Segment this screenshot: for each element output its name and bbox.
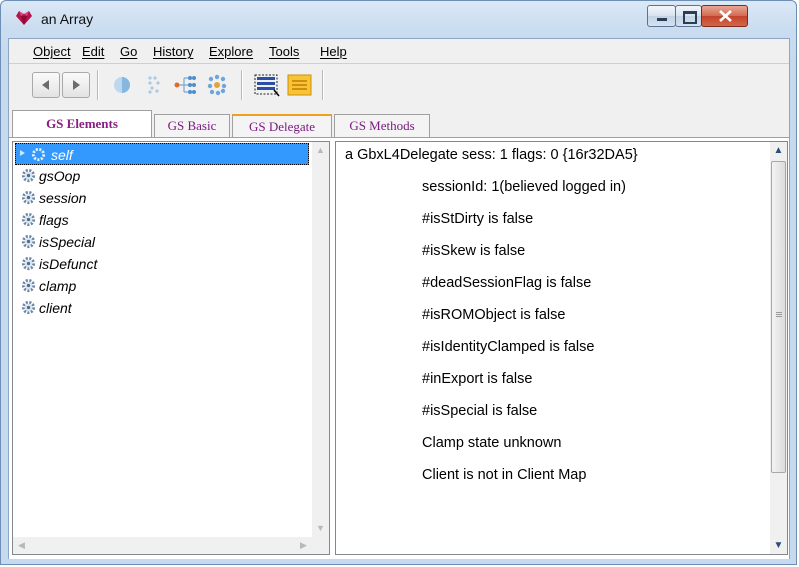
- scrollbar-thumb[interactable]: [771, 161, 786, 473]
- gear-icon: [21, 190, 36, 205]
- list-item-session[interactable]: session: [15, 187, 309, 209]
- list-item-label: flags: [39, 212, 69, 228]
- list-item-label: gsOop: [39, 168, 81, 184]
- cluster-icon: [207, 74, 227, 96]
- list-item-label: isSpecial: [39, 234, 96, 250]
- list-item-clamp[interactable]: clamp: [15, 275, 309, 297]
- maximize-button[interactable]: [675, 5, 702, 27]
- list-item-label: self: [51, 147, 73, 163]
- detail-line: #isIdentityClamped is false: [422, 339, 595, 355]
- list-item-label: clamp: [39, 278, 77, 294]
- menu-bar: Object Edit Go History Explore Tools Hel…: [9, 39, 789, 63]
- tab-bar: GS Elements GS Basic GS Delegate GS Meth…: [9, 108, 789, 138]
- dotted-grid-icon: [148, 76, 160, 94]
- minimize-icon: [657, 18, 667, 21]
- toolbar-separator: [241, 70, 243, 100]
- forward-button[interactable]: [62, 72, 90, 98]
- list-item-label: session: [39, 190, 87, 206]
- list-item-isdefunct[interactable]: isDefunct: [15, 253, 309, 275]
- back-button[interactable]: [32, 72, 60, 98]
- list-item-isspecial[interactable]: isSpecial: [15, 231, 309, 253]
- gear-icon: [31, 147, 46, 162]
- menu-object[interactable]: Object: [33, 44, 71, 59]
- detail-line: Clamp state unknown: [422, 435, 562, 451]
- toolbar-separator: [322, 70, 324, 100]
- menu-explore[interactable]: Explore: [209, 44, 253, 59]
- hierarchy-button[interactable]: [171, 72, 199, 98]
- tab-gs-methods[interactable]: GS Methods: [334, 114, 430, 138]
- menu-go[interactable]: Go: [120, 44, 137, 59]
- list-select-button[interactable]: [252, 72, 280, 98]
- detail-line: #deadSessionFlag is false: [422, 275, 592, 291]
- cluster-button[interactable]: [203, 72, 231, 98]
- grid-button[interactable]: [140, 72, 168, 98]
- back-arrow-icon: [42, 80, 49, 90]
- detail-vertical-scrollbar[interactable]: ▲ ▼: [770, 142, 787, 554]
- list-item-gsoop[interactable]: gsOop: [15, 165, 309, 187]
- notes-icon: [287, 74, 312, 96]
- toolbar: [9, 63, 789, 108]
- detail-header: a GbxL4Delegate sess: 1 flags: 0 {16r32D…: [345, 147, 638, 163]
- gear-icon: [21, 256, 36, 271]
- scrollbar-corner: [312, 537, 329, 554]
- detail-line: #inExport is false: [422, 371, 533, 387]
- inspect-button[interactable]: [108, 72, 136, 98]
- half-circle-icon: [114, 77, 130, 93]
- menu-tools[interactable]: Tools: [269, 44, 299, 59]
- selection-marker-icon: [20, 150, 25, 156]
- gear-icon: [21, 168, 36, 183]
- list-item-label: isDefunct: [39, 256, 98, 272]
- scroll-up-icon[interactable]: ▲: [312, 142, 329, 159]
- notes-button[interactable]: [285, 72, 313, 98]
- list-item-self[interactable]: self: [15, 143, 309, 165]
- menu-history[interactable]: History: [153, 44, 193, 59]
- scroll-right-icon[interactable]: ▶: [295, 537, 312, 554]
- maximize-icon: [683, 11, 697, 24]
- list-select-icon: [254, 74, 280, 97]
- detail-line: sessionId: 1(believed logged in): [422, 179, 626, 195]
- gear-icon: [21, 234, 36, 249]
- detail-line: Client is not in Client Map: [422, 467, 587, 483]
- list-item-flags[interactable]: flags: [15, 209, 309, 231]
- window-title: an Array: [41, 11, 94, 27]
- forward-arrow-icon: [73, 80, 80, 90]
- detail-line: #isStDirty is false: [422, 211, 534, 227]
- gear-icon: [21, 278, 36, 293]
- tab-gs-basic[interactable]: GS Basic: [154, 114, 230, 138]
- close-icon: [719, 10, 732, 22]
- tab-content: self gsOop session flags isSpecial isDef…: [9, 137, 789, 559]
- list-item-client[interactable]: client: [15, 297, 309, 319]
- elements-list[interactable]: self gsOop session flags isSpecial isDef…: [12, 141, 330, 555]
- inspector-window: an Array Object Edit Go History Explore …: [0, 0, 797, 565]
- gear-icon: [21, 300, 36, 315]
- scroll-down-icon[interactable]: ▼: [312, 520, 329, 537]
- detail-line: #isSpecial is false: [422, 403, 538, 419]
- title-bar[interactable]: an Array: [1, 1, 796, 39]
- window-client-area: Object Edit Go History Explore Tools Hel…: [8, 38, 790, 559]
- tab-gs-delegate[interactable]: GS Delegate: [232, 114, 332, 138]
- scroll-down-icon[interactable]: ▼: [770, 537, 787, 554]
- scroll-left-icon[interactable]: ◀: [13, 537, 30, 554]
- gear-icon: [21, 212, 36, 227]
- elements-vertical-scrollbar[interactable]: ▲ ▼: [312, 142, 329, 537]
- hierarchy-icon: [174, 76, 196, 94]
- toolbar-separator: [97, 70, 99, 100]
- scroll-up-icon[interactable]: ▲: [770, 142, 787, 159]
- heart-gem-icon: [16, 11, 32, 25]
- detail-line: #isSkew is false: [422, 243, 526, 259]
- menu-edit[interactable]: Edit: [82, 44, 104, 59]
- menu-help[interactable]: Help: [320, 44, 347, 59]
- grip-icon: [776, 312, 782, 313]
- delegate-detail-pane[interactable]: a GbxL4Delegate sess: 1 flags: 0 {16r32D…: [335, 141, 788, 555]
- list-item-label: client: [39, 300, 72, 316]
- elements-horizontal-scrollbar[interactable]: ◀ ▶: [13, 537, 312, 554]
- tab-gs-elements[interactable]: GS Elements: [12, 110, 152, 138]
- minimize-button[interactable]: [647, 5, 676, 27]
- detail-line: #isROMObject is false: [422, 307, 566, 323]
- close-button[interactable]: [701, 5, 748, 27]
